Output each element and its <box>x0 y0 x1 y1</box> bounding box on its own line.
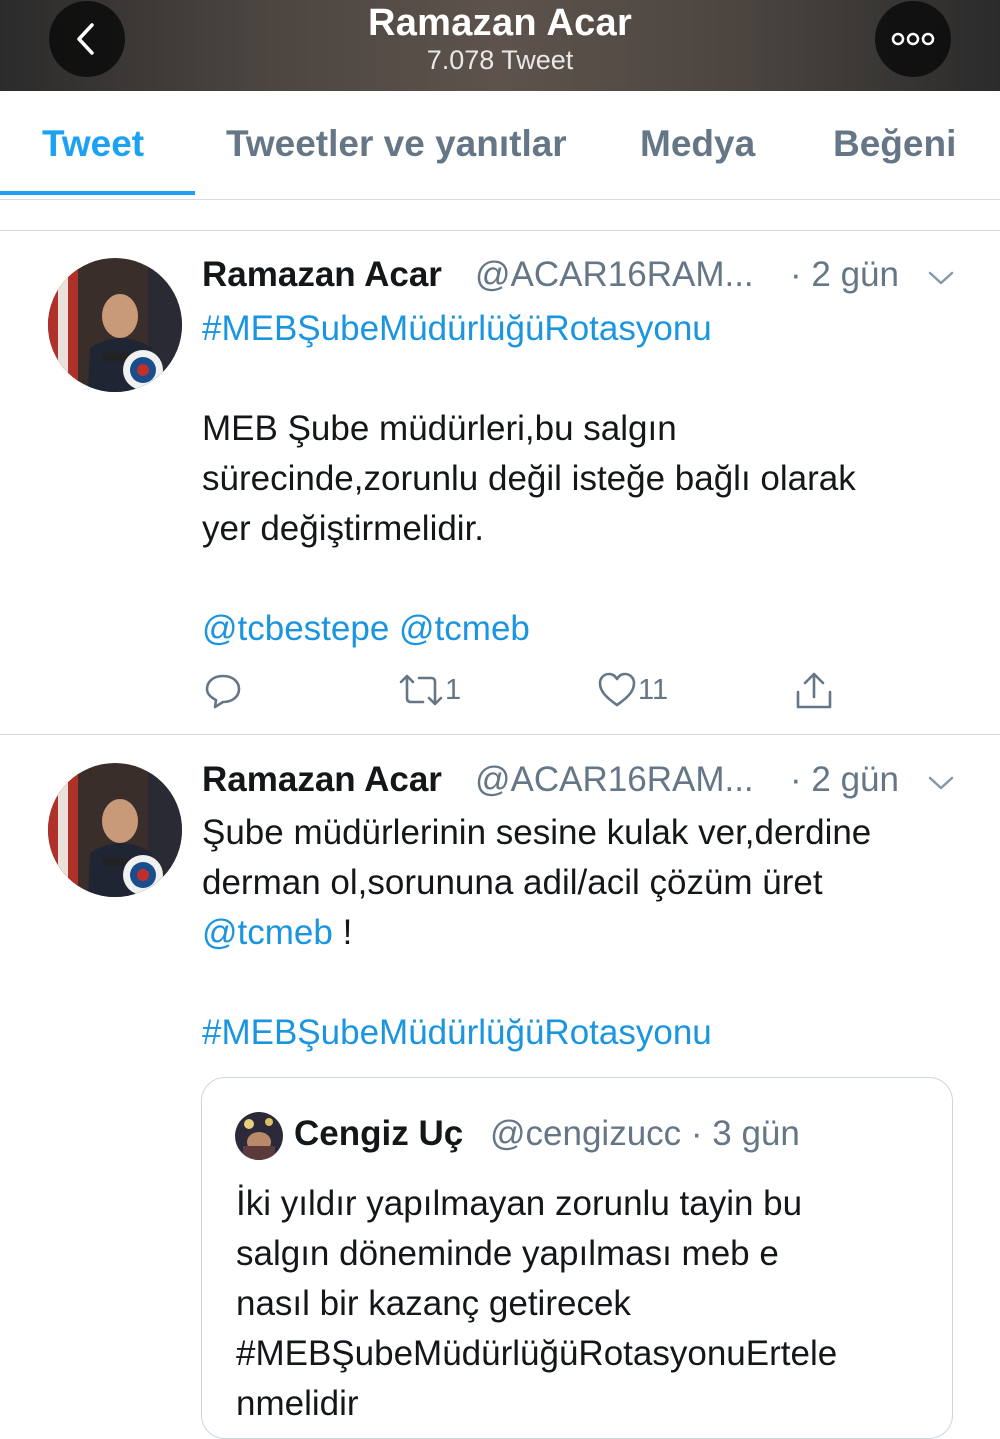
tab-media[interactable]: Medya <box>640 123 755 165</box>
avatar[interactable] <box>48 258 182 392</box>
avatar[interactable] <box>48 763 182 897</box>
tweet-text-line: MEB Şube müdürleri,bu salgın <box>202 409 677 448</box>
tab-tweet[interactable]: Tweet <box>42 123 144 165</box>
profile-header: Ramazan Acar 7.078 Tweet <box>0 0 1000 91</box>
tweet-author-name[interactable]: Ramazan Acar <box>202 760 442 800</box>
reply-button[interactable] <box>203 670 243 710</box>
chevron-down-icon[interactable] <box>926 268 956 288</box>
profile-tabs: Tweet Tweetler ve yanıtlar Medya Beğeni <box>0 91 1000 200</box>
like-button[interactable]: 11 <box>596 670 668 710</box>
quoted-author-name[interactable]: Cengiz Uç <box>294 1114 463 1154</box>
tweet-author-name[interactable]: Ramazan Acar <box>202 255 442 295</box>
share-button[interactable] <box>793 670 835 712</box>
reply-icon <box>205 674 241 709</box>
tweet-text-line: yer değiştirmelidir. <box>202 509 485 548</box>
chevron-down-icon[interactable] <box>926 773 956 793</box>
tweet-text-line: Şube müdürlerinin sesine kulak ver,derdi… <box>202 813 872 852</box>
mention-link[interactable]: @tcmeb <box>399 609 530 648</box>
retweet-button[interactable]: 1 <box>397 670 461 710</box>
retweet-count: 1 <box>445 673 462 706</box>
hashtag-link[interactable]: #MEBŞubeMüdürlüğüRotasyonu <box>202 304 712 354</box>
tweet-timestamp[interactable]: · 2 gün <box>790 255 899 295</box>
tweet-timestamp[interactable]: · 2 gün <box>790 760 899 800</box>
retweet-icon <box>399 674 443 706</box>
hashtag-link[interactable]: #MEBŞubeMüdürlüğüRotasyonu <box>202 1008 712 1058</box>
quoted-author-handle[interactable]: @cengizucc · 3 gün <box>490 1114 800 1154</box>
like-count: 11 <box>638 673 669 706</box>
active-tab-indicator <box>0 191 195 195</box>
more-options-button[interactable] <box>875 1 951 77</box>
tweet-text-fragment: ! <box>332 913 353 952</box>
share-icon <box>796 672 832 709</box>
quoted-text-line: salgın döneminde yapılması meb e <box>236 1234 779 1273</box>
profile-name: Ramazan Acar <box>367 2 633 44</box>
tab-likes[interactable]: Beğeni <box>833 123 956 165</box>
divider <box>0 734 1000 735</box>
quoted-tweet[interactable]: Cengiz Uç @cengizucc · 3 gün İki yıldır … <box>201 1077 953 1439</box>
tweet-text-line: sürecinde,zorunlu değil isteğe bağlı ola… <box>202 459 856 498</box>
quoted-text-line: nmelidir <box>236 1384 359 1423</box>
tweet-author-handle[interactable]: @ACAR16RAM... <box>475 255 754 295</box>
quoted-avatar[interactable] <box>235 1112 283 1160</box>
heart-icon <box>598 672 636 707</box>
quoted-text-line: İki yıldır yapılmayan zorunlu tayin bu <box>236 1184 803 1223</box>
quoted-text-line: nasıl bir kazanç getirecek <box>236 1284 631 1323</box>
tweet-author-handle[interactable]: @ACAR16RAM... <box>475 760 754 800</box>
more-options-icon <box>891 32 935 46</box>
mention-link[interactable]: @tcbestepe <box>202 609 389 648</box>
divider <box>0 230 1000 231</box>
tweet-count: 7.078 Tweet <box>426 45 574 75</box>
mention-link[interactable]: @tcmeb <box>202 913 333 952</box>
quoted-text-line: #MEBŞubeMüdürlüğüRotasyonuErtele <box>236 1334 838 1373</box>
tab-tweets-and-replies[interactable]: Tweetler ve yanıtlar <box>226 123 567 165</box>
tweet-text-line: derman ol,sorununa adil/acil çözüm üret <box>202 863 823 902</box>
